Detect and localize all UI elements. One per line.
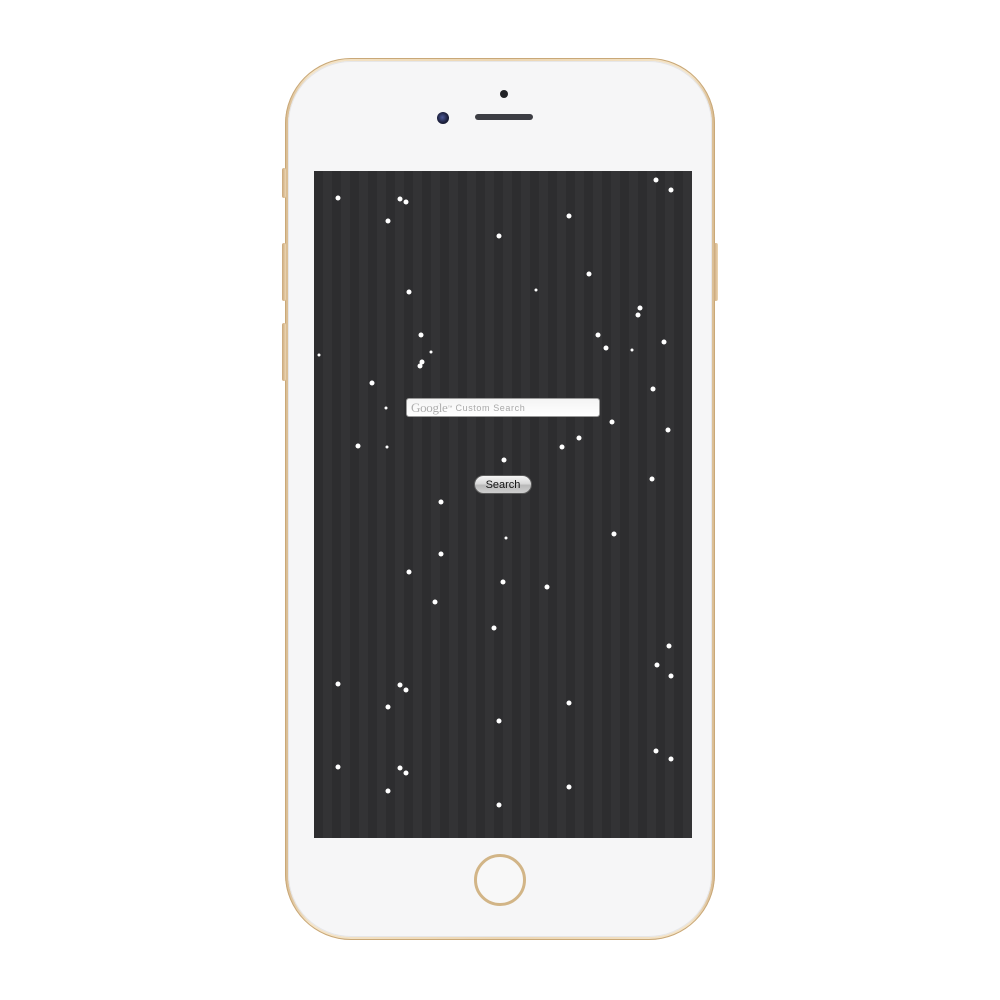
star [397,682,403,688]
star [637,305,643,311]
star [611,531,617,537]
speaker-icon [475,114,533,120]
star [653,177,659,183]
star [385,445,389,449]
google-trademark: ™ [447,404,453,411]
star [668,756,674,762]
star [635,312,641,318]
star [496,802,502,808]
star [544,584,550,590]
star [384,406,388,410]
screen: Google ™ Custom Search Search [314,171,692,838]
star [496,233,502,239]
search-placeholder: Custom Search [455,402,526,413]
star [534,288,538,292]
search-input[interactable]: Google ™ Custom Search [406,398,600,417]
star [501,457,507,463]
star [630,348,634,352]
star [650,386,656,392]
star [438,551,444,557]
star [668,187,674,193]
star [335,764,341,770]
camera-icon [437,112,449,124]
home-button-icon[interactable] [474,854,526,906]
star [397,765,403,771]
mute-switch [282,168,286,198]
star [335,195,341,201]
star [385,218,391,224]
star [429,350,433,354]
star [586,271,592,277]
star [603,345,609,351]
phone-frame: Google ™ Custom Search Search [282,58,718,940]
star [417,363,423,369]
star [649,476,655,482]
star [317,353,321,357]
star [566,700,572,706]
star [438,499,444,505]
star [397,196,403,202]
proximity-sensor [500,90,508,98]
star [654,662,660,668]
star [432,599,438,605]
star [500,579,506,585]
star [504,536,508,540]
star [653,748,659,754]
star [595,332,601,338]
star [335,681,341,687]
star [406,569,412,575]
volume-down-button [282,323,286,381]
star [403,199,409,205]
phone-face: Google ™ Custom Search Search [288,61,712,937]
star [403,770,409,776]
volume-up-button [282,243,286,301]
star [355,443,361,449]
star [609,419,615,425]
power-button [714,243,718,301]
star [559,444,565,450]
star [661,339,667,345]
google-logo: Google [411,399,448,415]
search-button[interactable]: Search [474,475,532,494]
star [403,687,409,693]
star [491,625,497,631]
star [385,704,391,710]
star [566,784,572,790]
star [496,718,502,724]
star [406,289,412,295]
star [668,673,674,679]
star [385,788,391,794]
star [418,332,424,338]
star [576,435,582,441]
star [666,643,672,649]
star [369,380,375,386]
star [566,213,572,219]
star [665,427,671,433]
